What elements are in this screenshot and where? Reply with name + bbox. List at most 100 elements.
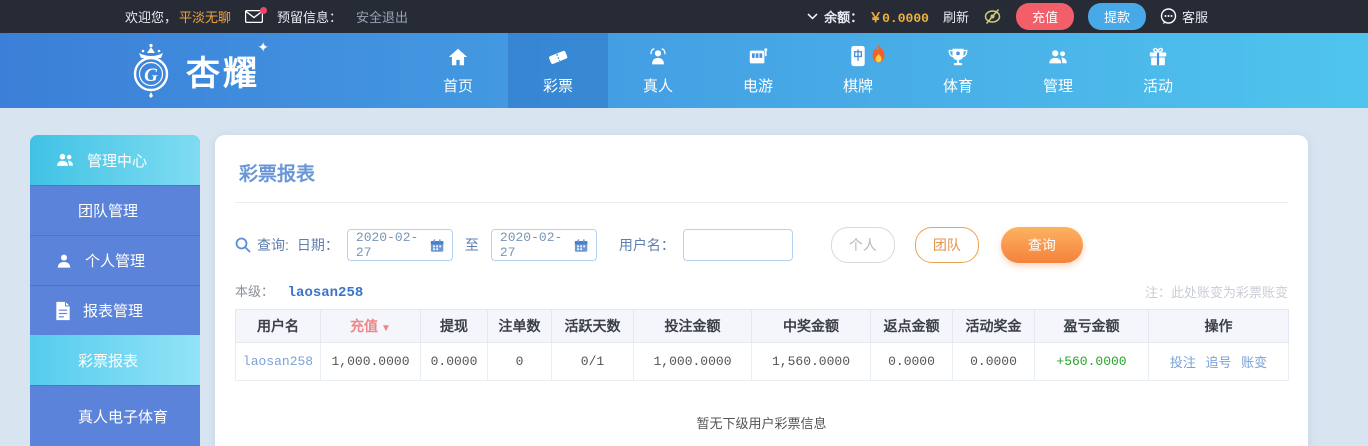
sort-desc-icon: ▼ [381, 323, 391, 334]
col-username: 用户名 [235, 309, 321, 343]
row-actions: 投注 追号 账变 [1148, 342, 1289, 381]
calendar-icon [430, 238, 444, 252]
hot-fire-icon [872, 44, 885, 63]
row-rebate-amount: 0.0000 [870, 342, 953, 381]
slot-machine-icon [749, 47, 768, 63]
row-win-amount: 1,560.0000 [751, 342, 871, 381]
query-label: 查询: [257, 237, 289, 253]
search-icon [235, 237, 251, 253]
page-title: 彩票报表 [239, 164, 316, 185]
date-label: 日期： [296, 237, 339, 253]
level-username: laosan258 [287, 285, 364, 301]
brand-logo[interactable]: G 杏耀 ✦ [122, 38, 272, 99]
to-label: 至 [464, 237, 479, 253]
calendar-icon [574, 238, 588, 252]
chevron-down-icon[interactable] [807, 13, 818, 20]
nav-item-egames[interactable]: 电游 [708, 33, 808, 108]
reserved-info-label: 预留信息： [277, 10, 343, 25]
refresh-button[interactable]: 刷新 [943, 7, 969, 26]
sidebar-item-admin-center[interactable]: 管理中心 [30, 135, 200, 185]
main-nav-bar: G 杏耀 ✦ 首页 彩票 真人 电游 棋牌 体育 管理 活动 [0, 33, 1368, 108]
username-label: 用户名： [618, 237, 675, 253]
date-to-input[interactable]: 2020-02-27 [490, 229, 597, 261]
ticket-icon [549, 50, 568, 64]
svg-text:G: G [144, 65, 158, 86]
row-active-days: 0/1 [551, 342, 634, 381]
col-profit-amount: 盈亏金额 [1034, 309, 1149, 343]
topbar-right: 余额： ￥0.0000 刷新 充值 提款 客服 [807, 3, 1208, 30]
trophy-icon [948, 48, 968, 65]
account-username: 平淡无聊 [179, 10, 232, 25]
balance-label: 余额： [824, 10, 864, 25]
level-label: 本级： [235, 284, 275, 299]
withdraw-button[interactable]: 提款 [1087, 3, 1146, 30]
sidebar-item-personal-admin[interactable]: 个人管理 [30, 235, 200, 285]
row-username-link[interactable]: laosan258 [243, 354, 313, 369]
crown-badge-icon: G [133, 43, 169, 98]
table-row: laosan258 1,000.0000 0.0000 0 0/1 1,000.… [235, 342, 1289, 381]
col-recharge-sortable[interactable]: 充值 ▼ [320, 309, 421, 343]
chase-action-link[interactable]: 追号 [1205, 355, 1231, 370]
sidebar: 管理中心 团队管理 个人管理 报表管理 彩票报表 真人电子体育 [30, 135, 200, 446]
users-icon [57, 153, 73, 166]
brand-name: 杏耀 ✦ [186, 38, 272, 93]
team-filter-button[interactable]: 团队 [914, 227, 979, 263]
nav-item-live[interactable]: 真人 [608, 33, 708, 108]
chat-bubble-icon [1160, 8, 1177, 24]
nav-item-home[interactable]: 首页 [408, 33, 508, 108]
sidebar-item-lottery-report[interactable]: 彩票报表 [30, 335, 200, 385]
nav-item-lottery[interactable]: 彩票 [508, 33, 608, 108]
mail-button[interactable] [245, 7, 268, 23]
empty-table-message: 暂无下级用户彩票信息 [696, 416, 827, 431]
customer-service-button[interactable]: 客服 [1160, 7, 1208, 26]
account-change-action-link[interactable]: 账变 [1241, 355, 1267, 370]
home-icon [448, 48, 468, 65]
row-bet-count: 0 [487, 342, 552, 381]
users-icon [1049, 49, 1067, 63]
sidebar-item-team-admin[interactable]: 团队管理 [30, 185, 200, 235]
col-rebate-amount: 返点金额 [870, 309, 953, 343]
service-label: 客服 [1181, 10, 1208, 25]
top-bar: 欢迎您， 平淡无聊 预留信息： 安全退出 余额： ￥0.0000 刷新 充值 提… [0, 0, 1368, 33]
main-content-card: 彩票报表 查询: 日期： 2020-02-27 至 2020-02-27 用户名… [215, 135, 1308, 446]
bet-action-link[interactable]: 投注 [1170, 355, 1196, 370]
date-from-input[interactable]: 2020-02-27 [346, 229, 453, 261]
personal-filter-button[interactable]: 个人 [830, 227, 895, 263]
notification-dot-icon [260, 7, 268, 14]
document-icon [56, 301, 70, 320]
nav-item-sports[interactable]: 体育 [908, 33, 1008, 108]
gift-icon [1149, 47, 1167, 65]
sparkle-icon: ✦ [257, 38, 272, 55]
topbar-left: 欢迎您， 平淡无聊 预留信息： 安全退出 [125, 7, 422, 26]
col-actions: 操作 [1148, 309, 1289, 343]
nav-menu: 首页 彩票 真人 电游 棋牌 体育 管理 活动 [408, 33, 1208, 108]
col-bet-amount: 投注金额 [633, 309, 752, 343]
sidebar-item-live-esports[interactable]: 真人电子体育 [30, 385, 200, 446]
col-active-days: 活跃天数 [551, 309, 634, 343]
live-person-icon [650, 47, 666, 64]
eye-slash-icon[interactable] [983, 9, 1002, 24]
search-button[interactable]: 查询 [1000, 227, 1083, 263]
search-toolbar: 查询: 日期： 2020-02-27 至 2020-02-27 用户名： 个人 … [235, 227, 1288, 263]
balance-value: ￥0.0000 [869, 11, 929, 26]
col-win-amount: 中奖金额 [751, 309, 871, 343]
nav-item-admin[interactable]: 管理 [1008, 33, 1108, 108]
title-divider [235, 202, 1288, 203]
col-withdraw: 提现 [420, 309, 488, 343]
row-withdraw: 0.0000 [420, 342, 488, 381]
sidebar-item-report-admin[interactable]: 报表管理 [30, 285, 200, 335]
board-tile-icon [851, 45, 865, 67]
logout-link[interactable]: 安全退出 [356, 7, 408, 26]
welcome-label: 欢迎您， [125, 10, 178, 25]
recharge-button[interactable]: 充值 [1015, 3, 1074, 30]
row-recharge: 1,000.0000 [320, 342, 421, 381]
row-profit-amount: +560.0000 [1034, 342, 1149, 381]
username-input[interactable] [682, 229, 793, 261]
col-activity-bonus: 活动奖金 [952, 309, 1035, 343]
report-table: 用户名 充值 ▼ 提现 注单数 活跃天数 投注金额 中奖金额 返点金额 活动奖金 … [235, 309, 1289, 381]
account-change-note: 注：此处账变为彩票账变 [1144, 285, 1288, 300]
nav-item-promotions[interactable]: 活动 [1108, 33, 1208, 108]
row-bet-amount: 1,000.0000 [633, 342, 752, 381]
row-activity-bonus: 0.0000 [952, 342, 1035, 381]
nav-item-boardgames[interactable]: 棋牌 [808, 33, 908, 108]
